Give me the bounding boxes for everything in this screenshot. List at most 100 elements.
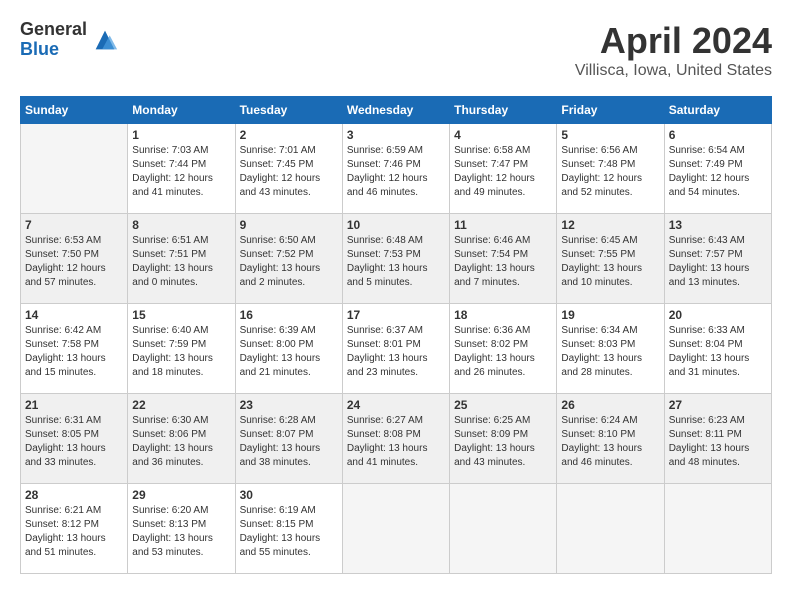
day-number: 19 [561,308,659,322]
month-title: April 2024 [575,20,772,62]
day-number: 14 [25,308,123,322]
calendar-cell: 18 Sunrise: 6:36 AMSunset: 8:02 PMDayligh… [450,304,557,394]
day-number: 1 [132,128,230,142]
day-number: 4 [454,128,552,142]
day-number: 13 [669,218,767,232]
calendar-cell: 22Sunrise: 6:30 AMSunset: 8:06 PMDayligh… [128,394,235,484]
calendar-cell [450,484,557,574]
day-info: Sunrise: 6:34 AMSunset: 8:03 PMDaylight:… [561,324,659,380]
day-info: Sunrise: 6:28 AMSunset: 8:07 PMDaylight:… [240,414,338,470]
header-wednesday: Wednesday [342,97,449,124]
day-info: Sunrise: 6:53 AMSunset: 7:50 PMDaylight:… [25,234,123,290]
calendar-cell: 26 Sunrise: 6:24 AMSunset: 8:10 PMDayligh… [557,394,664,484]
day-info: Sunrise: 6:36 AMSunset: 8:02 PMDaylight:… [454,324,552,380]
calendar-cell: 19 Sunrise: 6:34 AMSunset: 8:03 PMDayligh… [557,304,664,394]
day-number: 16 [240,308,338,322]
day-number: 6 [669,128,767,142]
calendar-cell: 13 Sunrise: 6:43 AMSunset: 7:57 PMDayligh… [664,214,771,304]
week-row-2: 7 Sunrise: 6:53 AMSunset: 7:50 PMDaylight… [21,214,772,304]
day-info: Sunrise: 6:59 AMSunset: 7:46 PMDaylight:… [347,144,445,200]
day-info: Sunrise: 6:24 AMSunset: 8:10 PMDaylight:… [561,414,659,470]
calendar-cell: 23 Sunrise: 6:28 AMSunset: 8:07 PMDayligh… [235,394,342,484]
day-info: Sunrise: 6:20 AMSunset: 8:13 PMDaylight:… [132,504,230,560]
day-info: Sunrise: 6:19 AMSunset: 8:15 PMDaylight:… [240,504,338,560]
calendar-cell: 17Sunrise: 6:37 AMSunset: 8:01 PMDayligh… [342,304,449,394]
day-number: 24 [347,398,445,412]
day-info: Sunrise: 6:51 AMSunset: 7:51 PMDaylight:… [132,234,230,290]
calendar-cell: 24 Sunrise: 6:27 AMSunset: 8:08 PMDayligh… [342,394,449,484]
calendar-header-row: SundayMondayTuesdayWednesdayThursdayFrid… [21,97,772,124]
day-info: Sunrise: 6:21 AMSunset: 8:12 PMDaylight:… [25,504,123,560]
day-number: 29 [132,488,230,502]
day-info: Sunrise: 7:01 AMSunset: 7:45 PMDaylight:… [240,144,338,200]
calendar-cell: 12Sunrise: 6:45 AMSunset: 7:55 PMDayligh… [557,214,664,304]
week-row-4: 21Sunrise: 6:31 AMSunset: 8:05 PMDayligh… [21,394,772,484]
calendar-cell: 27 Sunrise: 6:23 AMSunset: 8:11 PMDayligh… [664,394,771,484]
day-info: Sunrise: 6:48 AMSunset: 7:53 PMDaylight:… [347,234,445,290]
calendar-cell: 3 Sunrise: 6:59 AMSunset: 7:46 PMDaylight… [342,124,449,214]
day-number: 18 [454,308,552,322]
calendar-cell: 4 Sunrise: 6:58 AMSunset: 7:47 PMDaylight… [450,124,557,214]
calendar-cell: 7 Sunrise: 6:53 AMSunset: 7:50 PMDaylight… [21,214,128,304]
calendar-cell [342,484,449,574]
calendar-cell [21,124,128,214]
day-info: Sunrise: 6:50 AMSunset: 7:52 PMDaylight:… [240,234,338,290]
calendar-cell: 29 Sunrise: 6:20 AMSunset: 8:13 PMDayligh… [128,484,235,574]
day-info: Sunrise: 6:27 AMSunset: 8:08 PMDaylight:… [347,414,445,470]
day-number: 27 [669,398,767,412]
logo-icon [91,26,119,54]
day-number: 11 [454,218,552,232]
day-number: 25 [454,398,552,412]
day-info: Sunrise: 6:45 AMSunset: 7:55 PMDaylight:… [561,234,659,290]
calendar-cell: 16 Sunrise: 6:39 AMSunset: 8:00 PMDayligh… [235,304,342,394]
day-info: Sunrise: 6:43 AMSunset: 7:57 PMDaylight:… [669,234,767,290]
day-number: 26 [561,398,659,412]
day-number: 15 [132,308,230,322]
day-number: 23 [240,398,338,412]
day-info: Sunrise: 6:56 AMSunset: 7:48 PMDaylight:… [561,144,659,200]
calendar-cell [557,484,664,574]
calendar-cell: 30 Sunrise: 6:19 AMSunset: 8:15 PMDayligh… [235,484,342,574]
day-number: 20 [669,308,767,322]
calendar-cell: 28Sunrise: 6:21 AMSunset: 8:12 PMDayligh… [21,484,128,574]
day-info: Sunrise: 6:23 AMSunset: 8:11 PMDaylight:… [669,414,767,470]
day-number: 30 [240,488,338,502]
calendar-cell: 1 Sunrise: 7:03 AMSunset: 7:44 PMDaylight… [128,124,235,214]
day-info: Sunrise: 6:40 AMSunset: 7:59 PMDaylight:… [132,324,230,380]
logo: General Blue [20,20,119,60]
day-number: 5 [561,128,659,142]
page-header: General Blue April 2024 Villisca, Iowa, … [20,20,772,80]
day-info: Sunrise: 6:39 AMSunset: 8:00 PMDaylight:… [240,324,338,380]
calendar-cell: 8Sunrise: 6:51 AMSunset: 7:51 PMDaylight… [128,214,235,304]
day-number: 9 [240,218,338,232]
header-thursday: Thursday [450,97,557,124]
week-row-1: 1 Sunrise: 7:03 AMSunset: 7:44 PMDaylight… [21,124,772,214]
location-title: Villisca, Iowa, United States [575,62,772,80]
day-info: Sunrise: 6:58 AMSunset: 7:47 PMDaylight:… [454,144,552,200]
day-info: Sunrise: 6:37 AMSunset: 8:01 PMDaylight:… [347,324,445,380]
calendar-cell: 5 Sunrise: 6:56 AMSunset: 7:48 PMDaylight… [557,124,664,214]
calendar-cell: 9 Sunrise: 6:50 AMSunset: 7:52 PMDaylight… [235,214,342,304]
day-info: Sunrise: 7:03 AMSunset: 7:44 PMDaylight:… [132,144,230,200]
calendar-cell: 11 Sunrise: 6:46 AMSunset: 7:54 PMDayligh… [450,214,557,304]
calendar-cell [664,484,771,574]
header-friday: Friday [557,97,664,124]
day-number: 7 [25,218,123,232]
day-info: Sunrise: 6:42 AMSunset: 7:58 PMDaylight:… [25,324,123,380]
day-number: 3 [347,128,445,142]
header-monday: Monday [128,97,235,124]
day-info: Sunrise: 6:54 AMSunset: 7:49 PMDaylight:… [669,144,767,200]
day-info: Sunrise: 6:33 AMSunset: 8:04 PMDaylight:… [669,324,767,380]
day-info: Sunrise: 6:30 AMSunset: 8:06 PMDaylight:… [132,414,230,470]
calendar-cell: 20 Sunrise: 6:33 AMSunset: 8:04 PMDayligh… [664,304,771,394]
day-info: Sunrise: 6:25 AMSunset: 8:09 PMDaylight:… [454,414,552,470]
calendar-cell: 15 Sunrise: 6:40 AMSunset: 7:59 PMDayligh… [128,304,235,394]
calendar-table: SundayMondayTuesdayWednesdayThursdayFrid… [20,96,772,574]
day-info: Sunrise: 6:46 AMSunset: 7:54 PMDaylight:… [454,234,552,290]
header-saturday: Saturday [664,97,771,124]
logo-blue: Blue [20,40,87,60]
calendar-cell: 14 Sunrise: 6:42 AMSunset: 7:58 PMDayligh… [21,304,128,394]
calendar-cell: 2Sunrise: 7:01 AMSunset: 7:45 PMDaylight… [235,124,342,214]
calendar-cell: 10Sunrise: 6:48 AMSunset: 7:53 PMDayligh… [342,214,449,304]
calendar-cell: 6 Sunrise: 6:54 AMSunset: 7:49 PMDaylight… [664,124,771,214]
